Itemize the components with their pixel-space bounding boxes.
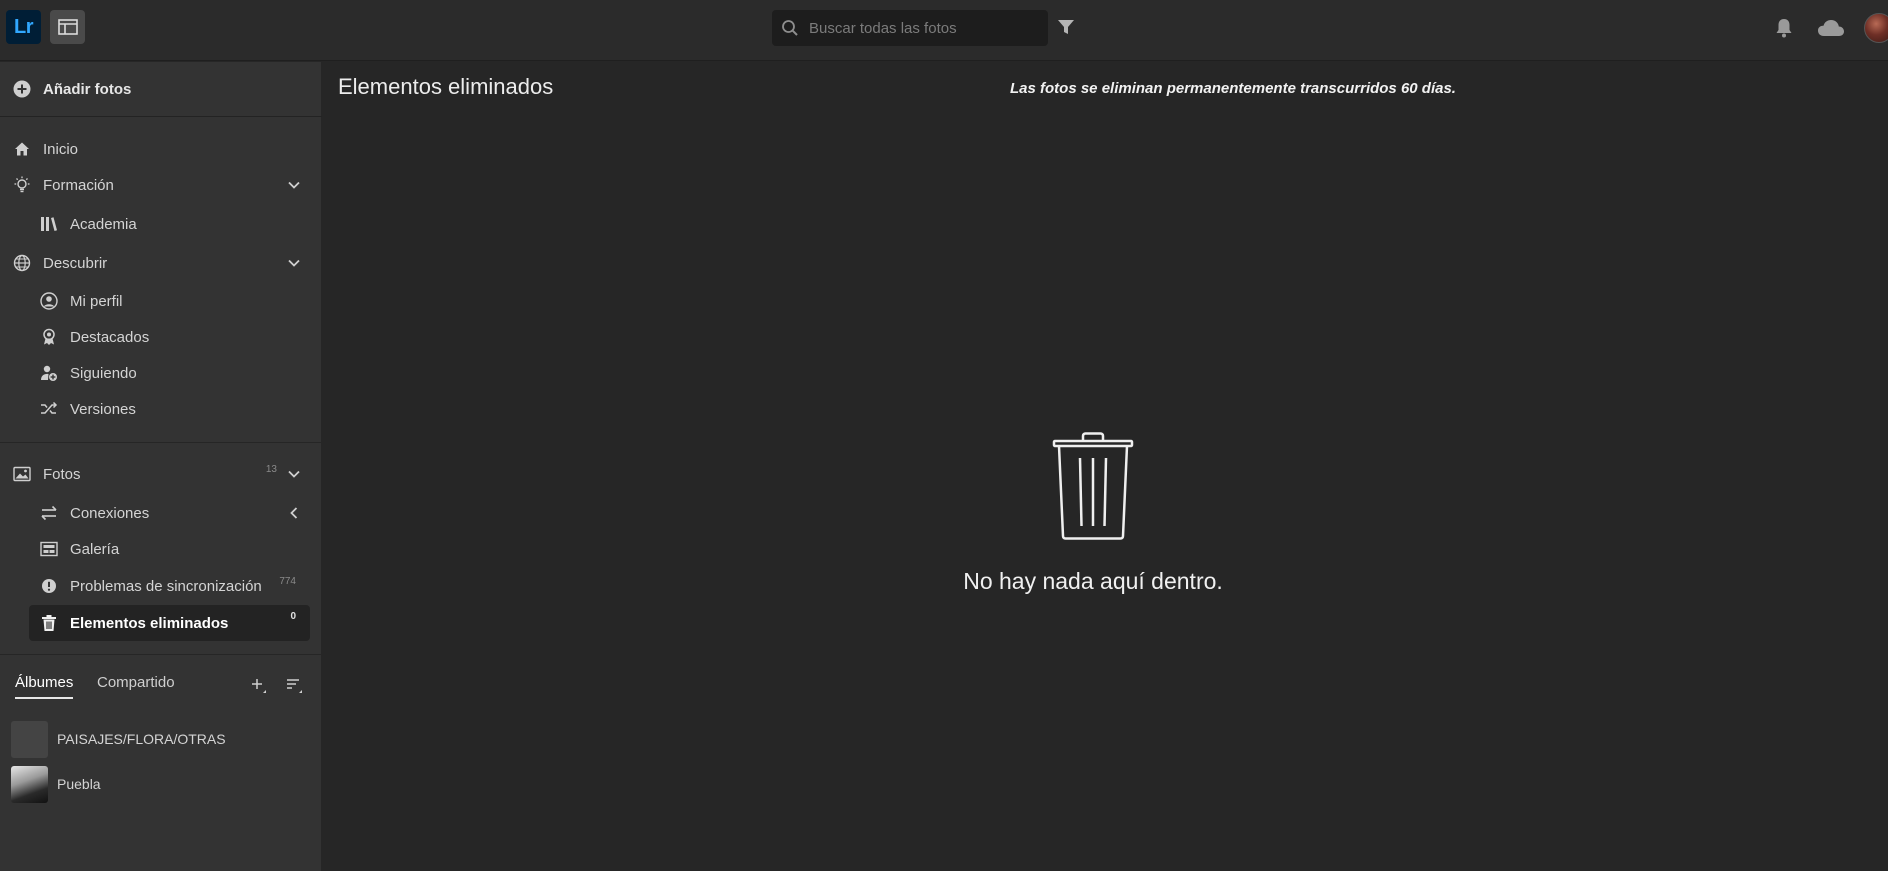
sidebar-item-eliminados[interactable]: Elementos eliminados 0 [29, 605, 310, 641]
sidebar-item-label: Conexiones [70, 504, 150, 522]
connections-icon [41, 505, 57, 521]
add-album-icon[interactable] [249, 676, 267, 694]
sidebar-item-label: Descubrir [43, 254, 108, 272]
album-thumbnail [11, 765, 48, 803]
lightroom-logo[interactable]: Lr [6, 10, 41, 44]
trash-icon [42, 615, 56, 631]
filter-icon[interactable] [1057, 18, 1075, 36]
empty-state: No hay nada aquí dentro. [943, 432, 1243, 595]
chevron-down-icon[interactable] [286, 255, 302, 271]
album-name: Puebla [57, 776, 101, 792]
sidebar-item-label: Siguiendo [70, 364, 137, 382]
sidebar-item-label: Problemas de sincronización [70, 577, 262, 595]
globe-icon [13, 254, 31, 272]
sidebar-item-label: Destacados [70, 328, 150, 346]
sidebar: Añadir fotos Inicio Formación Academia D… [0, 62, 322, 871]
search-box[interactable] [772, 10, 1048, 46]
chevron-down-icon[interactable] [286, 177, 302, 193]
album-item[interactable]: Puebla [11, 765, 311, 803]
tab-shared[interactable]: Compartido [97, 674, 175, 697]
page-title: Elementos eliminados [338, 74, 554, 99]
sort-icon[interactable] [285, 676, 303, 694]
deleted-count: 0 [290, 611, 296, 622]
album-tabs: Álbumes Compartido [0, 664, 322, 704]
user-follow-icon [41, 365, 57, 381]
photos-icon [13, 466, 31, 482]
add-photos-button[interactable]: Añadir fotos [0, 62, 322, 117]
album-thumbnail [11, 720, 48, 758]
sidebar-item-descubrir[interactable]: Descubrir [0, 247, 322, 279]
home-icon [15, 142, 29, 156]
sidebar-item-label: Elementos eliminados [70, 614, 229, 632]
lightbulb-icon [14, 176, 30, 193]
sidebar-item-destacados[interactable]: Destacados [0, 321, 322, 353]
user-avatar[interactable] [1864, 13, 1888, 43]
trash-empty-icon [1052, 432, 1134, 540]
retention-notice: Las fotos se eliminan permanentemente tr… [1010, 80, 1456, 97]
sidebar-divider [0, 442, 322, 443]
bell-icon[interactable] [1774, 17, 1794, 39]
gallery-icon [40, 541, 58, 557]
sidebar-item-mi-perfil[interactable]: Mi perfil [0, 285, 322, 317]
panel-toggle-button[interactable] [50, 10, 85, 44]
album-item[interactable]: PAISAJES/FLORA/OTRAS [11, 720, 311, 758]
top-bar: Lr [0, 0, 1888, 61]
sidebar-item-label: Academia [70, 215, 137, 233]
sidebar-item-versiones[interactable]: Versiones [0, 393, 322, 425]
sidebar-item-siguiendo[interactable]: Siguiendo [0, 357, 322, 389]
sidebar-item-label: Fotos [43, 465, 81, 483]
library-icon [41, 217, 57, 231]
sidebar-item-label: Galería [70, 540, 120, 558]
sidebar-item-sync-issues[interactable]: Problemas de sincronización 774 [0, 570, 322, 602]
search-input[interactable] [807, 18, 1027, 38]
sidebar-divider [0, 654, 322, 655]
sidebar-item-academia[interactable]: Academia [0, 208, 322, 240]
tab-albums[interactable]: Álbumes [15, 674, 74, 699]
sync-issues-count: 774 [279, 576, 296, 587]
photos-count: 13 [265, 464, 277, 475]
add-circle-icon [13, 80, 31, 98]
album-name: PAISAJES/FLORA/OTRAS [57, 731, 226, 747]
user-circle-icon [40, 292, 58, 310]
cloud-sync-icon[interactable] [1816, 17, 1846, 39]
sidebar-item-conexiones[interactable]: Conexiones [0, 497, 322, 529]
chevron-left-icon[interactable] [286, 505, 302, 521]
sidebar-item-label: Inicio [43, 140, 79, 158]
sidebar-item-inicio[interactable]: Inicio [0, 133, 322, 165]
chevron-down-icon[interactable] [286, 466, 302, 482]
sidebar-item-label: Formación [43, 176, 114, 194]
award-badge-icon [43, 328, 55, 345]
versions-icon [41, 401, 58, 414]
alert-icon [42, 579, 56, 593]
sidebar-item-label: Versiones [70, 400, 136, 418]
sidebar-item-fotos[interactable]: Fotos 13 [0, 458, 322, 490]
sidebar-panel-icon [57, 19, 78, 35]
main-content: Elementos eliminados Las fotos se elimin… [323, 62, 1888, 871]
add-photos-label: Añadir fotos [43, 80, 132, 98]
sidebar-item-label: Mi perfil [70, 292, 123, 310]
empty-state-text: No hay nada aquí dentro. [963, 568, 1223, 594]
search-icon [782, 20, 798, 36]
sidebar-item-galeria[interactable]: Galería [0, 533, 322, 565]
sidebar-item-formacion[interactable]: Formación [0, 169, 322, 201]
